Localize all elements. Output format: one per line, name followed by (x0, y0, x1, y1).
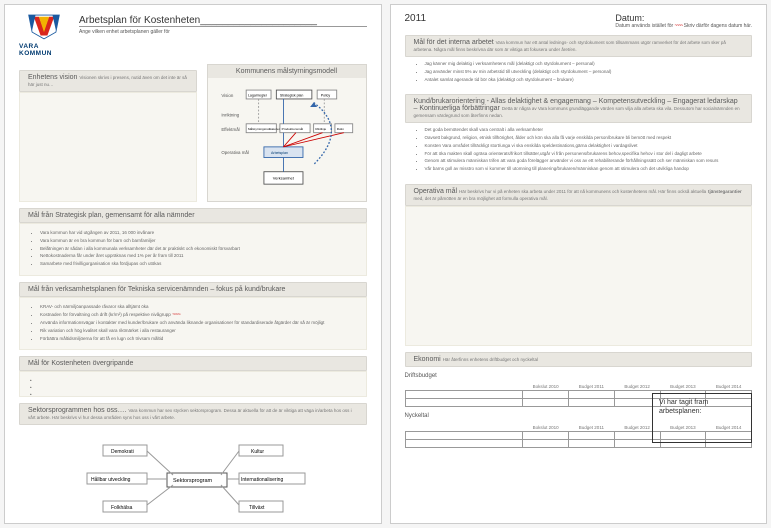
sektor-bar: Sektorsprogrammen hos oss…. Vara kommun … (19, 403, 367, 425)
svg-text:Operativa mål: Operativa mål (221, 149, 249, 155)
list-item: Konsten Vara området tillräckligt stort/… (425, 143, 743, 150)
kost-body: ••• (19, 371, 367, 397)
col-head: Bokslut 2010 (523, 383, 569, 391)
svg-text:Demokrati: Demokrati (111, 449, 134, 455)
vision-title: Enhetens vision (28, 74, 77, 81)
ekonomi-title: Ekonomi (414, 356, 441, 363)
year: 2011 (405, 13, 427, 29)
svg-text:Effektmål: Effektmål (221, 126, 239, 132)
operativa-body (405, 206, 753, 346)
signed-box: Vi har tagit fram arbetsplanen: (652, 393, 752, 443)
model-title: Kommunens målstyrningsmodell (208, 65, 366, 78)
operativa-text2: med, det är påmötten är en bra möjlighet… (414, 196, 548, 201)
logo: VARA KOMMUN (19, 13, 69, 58)
list-item: Vara kommun är en bra kommun för barn oc… (40, 238, 356, 245)
svg-text:Tillväxt: Tillväxt (249, 505, 265, 511)
svg-text:Internationalisering: Internationalisering (241, 477, 283, 483)
title-block: Arbetsplan för Kostenheten _____________… (79, 13, 367, 35)
model-box: Kommunens målstyrningsmodell Vision Laga… (207, 64, 367, 202)
svg-text:Folkhälsa: Folkhälsa (111, 505, 133, 511)
svg-text:Kultur: Kultur (251, 449, 264, 455)
verksamhet-body: KRAV- och närmiljöanpassade råvaror ska … (19, 297, 367, 351)
list-item: Antalet samlat agerande tid bör öka (del… (425, 77, 743, 84)
interna-bar: Mål för det interna arbetet Vara kommun … (405, 35, 753, 57)
col-head: Budget 2011 (569, 383, 615, 391)
page-right: 2011 Datum: Datum används istället för ~… (390, 4, 768, 524)
svg-text:Sektorsprogram: Sektorsprogram (173, 478, 213, 484)
operativa-bold: tjänstegarantier (708, 189, 742, 194)
page-left: VARA KOMMUN Arbetsplan för Kostenheten _… (4, 4, 382, 524)
list-item: Nettokostnaderna får under året uppräkna… (40, 253, 356, 260)
col-head: Budget 2013 (660, 383, 706, 391)
kund-body: Det goda bemötendet skall vara centralt … (405, 123, 753, 178)
ekonomi-text: Här återfinns enhetens driftbudget och n… (443, 357, 538, 362)
list-item: Jag känner mig delaktig i verksamhetens … (425, 61, 743, 68)
doc-title: Arbetsplan för Kostenheten _____________… (79, 15, 367, 27)
verksamhet-bar: Mål från verksamhetsplanen för Tekniska … (19, 282, 367, 297)
operativa-bar: Operativa mål Här beskrivs hur vi på enh… (405, 184, 753, 206)
svg-text:Produktionsmål: Produktionsmål (281, 127, 303, 131)
doc-subtitle: Ange vilken enhet arbetsplanen gäller fö… (79, 29, 367, 35)
svg-text:Vision: Vision (221, 93, 234, 98)
list-item: KRAV- och närmiljöanpassade råvaror ska … (40, 304, 356, 311)
ekonomi-bar: Ekonomi Här återfinns enhetens driftbudg… (405, 352, 753, 367)
datum-label: Datum: (615, 13, 752, 23)
operativa-text: Här beskrivs hur vi på enheten ska arbet… (459, 189, 706, 194)
svg-text:Arbetsplan: Arbetsplan (271, 151, 288, 155)
kost-bar: Mål för Kostenheten övergripande (19, 356, 367, 371)
right-header: 2011 Datum: Datum används istället för ~… (405, 13, 753, 29)
col-head: Budget 2011 (569, 423, 615, 431)
svg-text:Verksamhet: Verksamhet (272, 176, 294, 181)
list-item: Jag använder minst 5% av min arbetstid t… (425, 69, 743, 76)
svg-text:Strategisk plan: Strategisk plan (279, 93, 302, 97)
list-item: Vara kommun har vid utgången av 2011, 16… (40, 230, 356, 237)
list-item: Kostnaden för förvaltning och drift (kr/… (40, 312, 356, 320)
svg-text:Målstyrningsindikatorer: Målstyrningsindikatorer (247, 127, 279, 131)
signed-text: Vi har tagit fram arbetsplanen: (659, 399, 708, 415)
kund-bar: Kund/brukarorientering - Allas delaktigh… (405, 94, 753, 123)
svg-text:Policy: Policy (320, 93, 330, 97)
vision-body (19, 92, 197, 202)
col-head: Budget 2012 (614, 383, 660, 391)
list-item: Samarbete med frivilligorganisation ska … (40, 261, 356, 268)
interna-title: Mål för det interna arbetet (414, 39, 494, 46)
drift-label: Driftsbudget (405, 373, 753, 379)
list-item: Det goda bemötendet skall vara centralt … (425, 127, 743, 134)
svg-text:Riktlinje: Riktlinje (315, 127, 326, 131)
list-item: Oavsett bakgrund, religion, etnisk tillh… (425, 135, 743, 142)
svg-text:Hållbar utveckling: Hållbar utveckling (91, 476, 131, 483)
list-item: Använda informationsvägar i kontakter me… (40, 320, 356, 327)
datum-text: Datum används istället för (615, 23, 673, 29)
sektor-diagram: Sektorsprogram Demokrati Kultur Hållbar … (19, 439, 367, 519)
list-item: Genom att stimulera människan trifen att… (425, 158, 743, 165)
model-diagram: Vision Lagar/regler Strategisk plan Poli… (208, 78, 366, 198)
strategic-body: Vara kommun har vid utgången av 2011, 16… (19, 223, 367, 276)
sektor-title: Sektorsprogrammen hos oss…. (28, 407, 126, 414)
list-item: Belåtningen är sådan i alla kommunala ve… (40, 246, 356, 253)
col-head: Bokslut 2010 (523, 423, 569, 431)
svg-text:Inriktning: Inriktning (221, 113, 239, 118)
vision-row: Enhetens vision Visionen skrivs i presen… (19, 64, 367, 202)
doc-title-text: Arbetsplan för Kostenheten (79, 15, 200, 26)
list-item: För att öka makten skall ogräsa orienter… (425, 151, 743, 158)
list-item: Förbättra måltidsmiljöerna för att få en… (40, 336, 356, 343)
datum-text2: Skriv därför dagens datum här. (684, 23, 752, 29)
list-item: Rik variation och hög kvalitet skall var… (40, 328, 356, 335)
interna-body: Jag känner mig delaktig i verksamhetens … (405, 57, 753, 88)
operativa-title: Operativa mål (414, 188, 458, 195)
list-item: Vår barns goll av misstro som vi kommer … (425, 166, 743, 173)
datum-block: Datum: Datum används istället för ~~~~ S… (615, 13, 752, 29)
svg-text:Lagar/regler: Lagar/regler (247, 93, 267, 97)
shield-icon (27, 13, 61, 41)
col-head: Budget 2014 (706, 383, 752, 391)
vision-bar: Enhetens vision Visionen skrivs i presen… (19, 70, 197, 92)
svg-text:Rutin: Rutin (336, 127, 344, 131)
logo-text: VARA KOMMUN (19, 43, 69, 57)
strategic-bar: Mål från Strategisk plan, gemensamt för … (19, 208, 367, 223)
left-header: VARA KOMMUN Arbetsplan för Kostenheten _… (19, 13, 367, 58)
